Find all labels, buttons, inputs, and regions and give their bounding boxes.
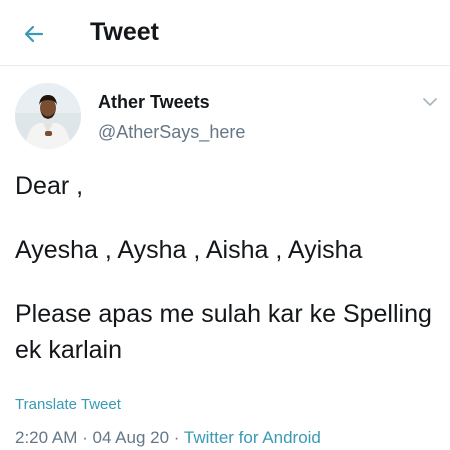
author-handle[interactable]: @AtherSays_here [98, 122, 245, 143]
arrow-left-icon [24, 25, 44, 43]
chevron-down-icon [423, 98, 437, 106]
tweet-text: Dear , Ayesha , Aysha , Aisha , Ayisha P… [15, 168, 440, 368]
tweet-line: Ayesha , Aysha , Aisha , Ayisha [15, 236, 363, 264]
separator: · [169, 428, 184, 447]
tweet-line: Please apas me sulah kar ke Spelling ek … [15, 300, 432, 364]
tweet-line: Dear , [15, 172, 84, 200]
tweet-source-link[interactable]: Twitter for Android [184, 428, 321, 447]
translate-tweet-link[interactable]: Translate Tweet [15, 396, 121, 413]
top-bar: Tweet [0, 0, 450, 66]
tweet-time: 2:20 AM [15, 428, 78, 447]
tweet-meta: 2:20 AM · 04 Aug 20 · Twitter for Androi… [15, 428, 321, 448]
back-button[interactable] [14, 16, 54, 52]
profile-photo [15, 83, 81, 149]
tweet-menu-button[interactable] [418, 92, 442, 112]
separator: · [77, 428, 93, 447]
tweet-date: 04 Aug 20 [92, 428, 170, 447]
author-name[interactable]: Ather Tweets [98, 92, 210, 113]
avatar[interactable] [15, 83, 81, 149]
page-title: Tweet [90, 18, 159, 46]
